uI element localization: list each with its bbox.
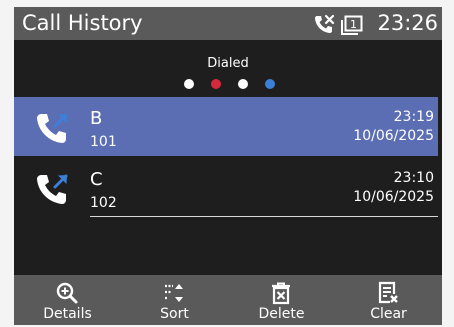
- call-row-2[interactable]: C 102 23:10 10/06/2025: [14, 158, 438, 217]
- trash-icon: [272, 282, 290, 305]
- line-number: 1: [350, 18, 357, 31]
- page-dot-3[interactable]: [238, 79, 248, 89]
- status-bar: Call History 1 23:26: [14, 7, 442, 40]
- outgoing-call-icon: [37, 174, 68, 204]
- contact-name: C: [90, 169, 103, 190]
- clear-button[interactable]: Clear: [335, 275, 442, 325]
- delete-button[interactable]: Delete: [228, 275, 335, 325]
- page-dot-2[interactable]: [211, 79, 221, 89]
- sort-label: Sort: [160, 306, 189, 322]
- call-date: 10/06/2025: [353, 189, 434, 205]
- page-dot-1[interactable]: [184, 79, 194, 89]
- clear-label: Clear: [370, 306, 407, 322]
- call-time: 23:10: [393, 170, 434, 186]
- clear-list-icon: [378, 281, 398, 304]
- sort-icon: [165, 284, 183, 302]
- phone-screen: Call History 1 23:26 Dialed B 101 23:19 …: [14, 7, 442, 325]
- row-divider: [90, 216, 438, 217]
- contact-name: B: [90, 108, 103, 129]
- line-1-icon: 1: [341, 15, 363, 35]
- call-time: 23:19: [393, 109, 434, 125]
- sort-button[interactable]: Sort: [121, 275, 228, 325]
- clock: 23:26: [377, 11, 438, 35]
- contact-number: 101: [90, 134, 117, 150]
- page-dot-4[interactable]: [265, 79, 275, 89]
- page-title: Call History: [22, 11, 143, 35]
- filter-label: Dialed: [207, 56, 249, 71]
- call-row-1[interactable]: B 101 23:19 10/06/2025: [14, 97, 438, 156]
- contact-number: 102: [90, 195, 117, 211]
- call-date: 10/06/2025: [353, 128, 434, 144]
- softkey-bar: Details Sort Delete Clear: [14, 275, 442, 325]
- phone-missed-icon: [315, 14, 335, 33]
- outgoing-call-icon: [37, 113, 68, 143]
- zoom-in-icon: [56, 282, 78, 304]
- details-button[interactable]: Details: [14, 275, 121, 325]
- details-label: Details: [43, 306, 92, 322]
- page-indicator[interactable]: [184, 79, 275, 89]
- delete-label: Delete: [258, 306, 305, 322]
